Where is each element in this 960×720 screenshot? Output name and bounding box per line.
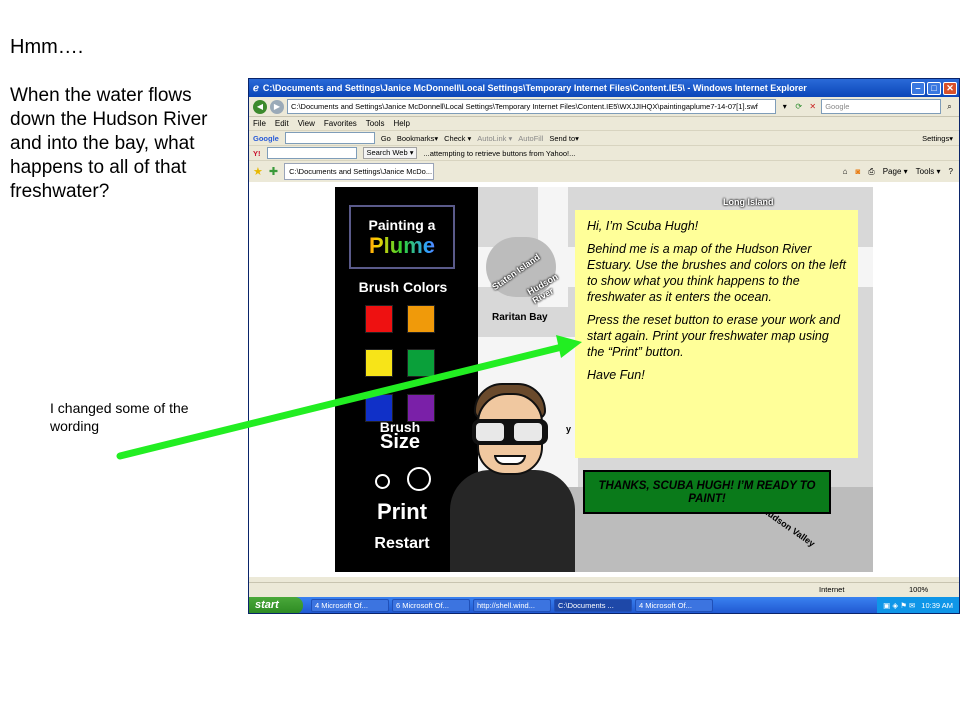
command-bar: ⌂ ◙ ⎙ Page ▾ Tools ▾ ? [843, 167, 959, 177]
slide-note: I changed some of the wording [50, 400, 189, 434]
menu-tools[interactable]: Tools [366, 119, 385, 128]
speech-closing: Have Fun! [587, 368, 645, 382]
restart-button[interactable]: Restart [357, 535, 447, 553]
character-wetsuit [450, 470, 575, 572]
yahoo-search-web-button[interactable]: Search Web ▾ [362, 147, 418, 159]
menu-file[interactable]: File [253, 119, 266, 128]
refresh-icon[interactable]: ⟳ [793, 100, 804, 113]
menu-favorites[interactable]: Favorites [324, 119, 357, 128]
menu-bar: File Edit View Favorites Tools Help [249, 117, 959, 130]
yahoo-status-text: ...attempting to retrieve buttons from Y… [423, 148, 576, 158]
forward-button[interactable]: ▶ [269, 99, 284, 114]
google-bookmarks-button[interactable]: Bookmarks▾ [397, 134, 438, 143]
ready-to-paint-button[interactable]: THANKS, SCUBA HUGH! I’M READY TO PAINT! [583, 470, 831, 514]
tools-menu[interactable]: Tools ▾ [916, 167, 941, 177]
speech-bubble: Hi, I’m Scuba Hugh! Behind me is a map o… [575, 210, 858, 458]
taskbar-item-word-2[interactable]: 4 Microsoft Of... [635, 599, 713, 612]
size-label-text: Size [379, 431, 421, 453]
add-favorite-icon[interactable]: ✚ [269, 165, 278, 178]
tab-current[interactable]: C:\Documents and Settings\Janice McDo... [284, 163, 435, 180]
page-content: Painting a Plume Brush Colors Brush Size… [249, 182, 959, 577]
home-icon[interactable]: ⌂ [843, 167, 848, 177]
brush-colors-label: Brush Colors [358, 279, 448, 295]
google-logo: Google [253, 133, 279, 143]
speech-greeting: Hi, I’m Scuba Hugh! [587, 219, 699, 233]
brush-size-label: Brush Size [365, 420, 435, 453]
google-toolbar: Google Go Bookmarks▾ Check ▾ AutoLink ▾ … [249, 130, 959, 145]
page-menu[interactable]: Page ▾ [883, 167, 908, 177]
menu-view[interactable]: View [298, 119, 315, 128]
flash-game: Painting a Plume Brush Colors Brush Size… [335, 187, 873, 572]
scuba-hugh-character [450, 375, 580, 572]
taskbar-item-word-1[interactable]: 4 Microsoft Of... [311, 599, 389, 612]
google-search-input[interactable] [284, 132, 375, 144]
yahoo-toolbar: Y! Search Web ▾ ...attempting to retriev… [249, 145, 959, 160]
speech-paragraph-1: Behind me is a map of the Hudson River E… [587, 242, 846, 304]
mask-lens-right [514, 423, 542, 441]
brush-size-large[interactable] [407, 467, 431, 491]
favorites-star-icon[interactable]: ★ [253, 165, 263, 178]
address-input[interactable]: C:\Documents and Settings\Janice McDonne… [286, 99, 777, 114]
character-smile [494, 455, 526, 465]
logo-top-text: Painting a [368, 217, 436, 233]
start-button[interactable]: start [249, 597, 303, 613]
clock: 10:39 AM [921, 601, 953, 610]
google-sendto-button[interactable]: Send to▾ [549, 134, 579, 143]
swatch-red[interactable] [365, 305, 393, 333]
swatch-blue[interactable] [365, 394, 393, 422]
taskbar-item-shell[interactable]: http://shell.wind... [473, 599, 551, 612]
ie-icon: ℯ [253, 82, 259, 94]
print-icon[interactable]: ⎙ [868, 167, 874, 177]
back-button[interactable]: ◀ [253, 99, 267, 114]
slide-question: When the water flows down the Hudson Riv… [10, 85, 208, 202]
maximize-button[interactable]: □ [927, 81, 941, 95]
brush-size-small[interactable] [375, 474, 390, 489]
mask-lens-left [476, 423, 504, 441]
tray-icons[interactable]: ▣ ◈ ⚑ ✉ [883, 597, 915, 613]
windows-taskbar: start 4 Microsoft Of... 6 Microsoft Of..… [249, 597, 959, 613]
search-input[interactable]: Google [821, 99, 942, 114]
browser-window: ℯ C:\Documents and Settings\Janice McDon… [248, 78, 960, 614]
google-autolink-button[interactable]: AutoLink ▾ [477, 134, 512, 143]
taskbar-item-office[interactable]: 6 Microsoft Of... [392, 599, 470, 612]
status-bar: Internet 100% [249, 582, 959, 596]
google-autofill-button[interactable]: AutoFill [518, 134, 543, 143]
logo-bottom-text: Plume [351, 233, 453, 259]
google-check-button[interactable]: Check ▾ [444, 134, 471, 143]
taskbar-item-documents[interactable]: C:\Documents ... [554, 599, 632, 612]
search-icon[interactable]: ⌕ [944, 100, 955, 113]
speech-paragraph-2: Press the reset button to erase your wor… [587, 313, 840, 359]
status-zone: Internet [819, 585, 845, 594]
slide-title: Hmm…. [10, 36, 84, 58]
game-logo: Painting a Plume [349, 205, 455, 269]
map-label-long-island: Long Island [723, 197, 774, 207]
address-bar: ◀ ▶ C:\Documents and Settings\Janice McD… [249, 97, 959, 117]
feeds-icon[interactable]: ◙ [855, 167, 860, 177]
google-go-button[interactable]: Go [381, 134, 391, 143]
google-settings-button[interactable]: Settings▾ [922, 134, 959, 143]
swatch-purple[interactable] [407, 394, 435, 422]
menu-edit[interactable]: Edit [275, 119, 289, 128]
close-button[interactable]: ✕ [943, 81, 957, 95]
swatch-orange[interactable] [407, 305, 435, 333]
zoom-level[interactable]: 100% [909, 585, 928, 594]
window-controls: – □ ✕ [911, 81, 957, 95]
address-dropdown-icon[interactable]: ▾ [779, 100, 790, 113]
help-icon[interactable]: ? [949, 167, 953, 177]
system-tray: ▣ ◈ ⚑ ✉ 10:39 AM [877, 597, 959, 613]
menu-help[interactable]: Help [393, 119, 409, 128]
print-button[interactable]: Print [357, 499, 447, 525]
map-label-raritan-bay: Raritan Bay [492, 312, 548, 323]
window-title: C:\Documents and Settings\Janice McDonne… [262, 83, 807, 93]
stop-icon[interactable]: ✕ [807, 100, 818, 113]
tabs-bar: ★ ✚ C:\Documents and Settings\Janice McD… [249, 160, 959, 182]
swatch-green[interactable] [407, 349, 435, 377]
yahoo-search-input[interactable] [266, 147, 357, 159]
yahoo-logo: Y! [253, 148, 261, 158]
title-bar: ℯ C:\Documents and Settings\Janice McDon… [249, 79, 959, 97]
swatch-yellow[interactable] [365, 349, 393, 377]
minimize-button[interactable]: – [911, 81, 925, 95]
